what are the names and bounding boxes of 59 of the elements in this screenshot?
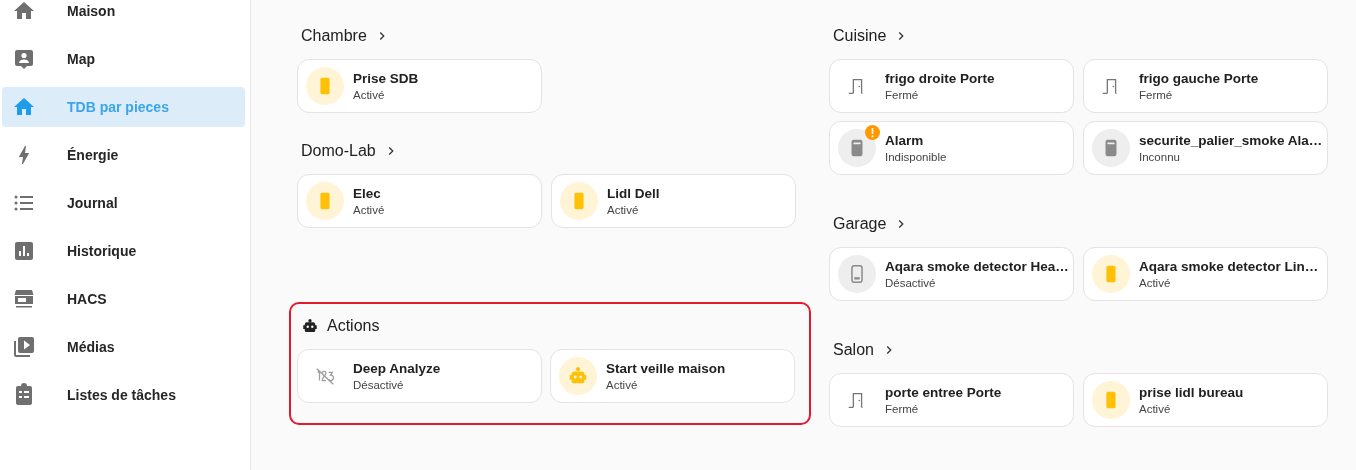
sidebar-item[interactable]: Médias	[2, 327, 245, 367]
entity-state: Activé	[1139, 277, 1172, 289]
entity-state: Activé	[606, 379, 639, 391]
entity-name: porte entree Porte	[885, 385, 1002, 400]
section-title: Actions	[327, 317, 380, 335]
sidebar-item[interactable]: Historique	[2, 231, 245, 271]
entity-name: prise lidl bureau	[1139, 385, 1244, 400]
store-icon	[12, 287, 36, 311]
entity-name: Lidl Dell	[607, 186, 660, 201]
entity-name: Elec	[353, 186, 382, 201]
entity-state: Désactivé	[885, 277, 937, 289]
entity-card[interactable]: Elec Activé	[297, 174, 542, 228]
section-title: Chambre	[301, 27, 367, 45]
section-title: Cuisine	[833, 27, 887, 45]
entity-name: Start veille maison	[606, 361, 726, 376]
entity-state: Activé	[353, 89, 386, 101]
entity-state: Activé	[607, 204, 640, 216]
entity-card[interactable]: prise lidl bureau Activé	[1083, 373, 1328, 427]
sidebar-item[interactable]: Énergie	[2, 135, 245, 175]
entity-card[interactable]: Lidl Dell Activé	[551, 174, 796, 228]
entity-state: Fermé	[885, 89, 920, 101]
section-title: Salon	[833, 341, 874, 359]
entity-state: Fermé	[885, 403, 920, 415]
entity-name: securite_palier_smoke Ala…	[1139, 133, 1323, 148]
sidebar-item[interactable]: HACS	[2, 279, 245, 319]
entity-state: Inconnu	[1139, 151, 1181, 163]
person-pin-icon	[12, 47, 36, 71]
robot-icon	[301, 317, 319, 335]
entity-card[interactable]: Alarm Indisponible	[829, 121, 1074, 175]
entity-name: frigo gauche Porte	[1139, 71, 1259, 86]
entity-state: Activé	[1139, 403, 1172, 415]
entity-card[interactable]: frigo gauche Porte Fermé	[1083, 59, 1328, 113]
crossed-numbers-icon	[314, 365, 336, 387]
entity-state: Fermé	[1139, 89, 1174, 101]
entity-card[interactable]: Prise SDB Activé	[297, 59, 542, 113]
entity-name: frigo droite Porte	[885, 71, 995, 86]
play-icon	[12, 335, 36, 359]
entity-name: Aqara smoke detector Hea…	[885, 259, 1069, 274]
section-title: Garage	[833, 215, 887, 233]
entity-name: Alarm	[885, 133, 925, 148]
entity-state: Activé	[353, 204, 385, 216]
entity-card[interactable]: porte entree Porte Fermé	[829, 373, 1074, 427]
entity-card[interactable]: frigo droite Porte Fermé	[829, 59, 1074, 113]
entity-name: Deep Analyze	[353, 361, 441, 376]
entity-card[interactable]: securite_palier_smoke Ala… Inconnu	[1083, 121, 1328, 175]
entity-state: Désactivé	[353, 379, 405, 391]
sidebar-item[interactable]: Listes de tâches	[2, 375, 245, 415]
entity-card[interactable]: Aqara smoke detector Lin… Activé	[1083, 247, 1328, 301]
entity-card[interactable]: Start veille maison Activé	[550, 349, 795, 403]
entity-state: Indisponible	[885, 151, 947, 163]
entity-name: Prise SDB	[353, 71, 419, 86]
sidebar-item[interactable]: Maison	[2, 0, 245, 31]
sidebar-item[interactable]: Journal	[2, 183, 245, 223]
bar-chart-icon	[12, 239, 36, 263]
entity-card[interactable]: Deep Analyze Désactivé	[297, 349, 542, 403]
section-title: Domo-Lab	[301, 142, 376, 160]
entity-name: Aqara smoke detector Lin…	[1139, 259, 1319, 274]
sidebar-item[interactable]: Map	[2, 39, 245, 79]
entity-card[interactable]: Aqara smoke detector Hea… Désactivé	[829, 247, 1074, 301]
